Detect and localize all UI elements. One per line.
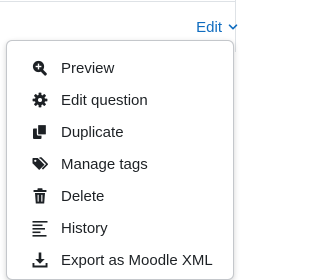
menu-item-label: History [61, 219, 108, 237]
menu-item-label: Edit question [61, 91, 148, 109]
menu-item-label: Delete [61, 187, 105, 205]
trash-icon [31, 187, 49, 205]
gear-icon [31, 91, 49, 109]
menu-item-preview[interactable]: Preview [7, 53, 233, 83]
edit-menu-toggle[interactable]: Edit [196, 16, 238, 38]
menu-item-history[interactable]: History [7, 213, 233, 243]
divider [0, 1, 235, 2]
tags-icon [31, 155, 49, 173]
history-icon [31, 219, 49, 237]
menu-item-edit-question[interactable]: Edit question [7, 85, 233, 115]
chevron-down-icon [228, 22, 238, 32]
menu-item-delete[interactable]: Delete [7, 181, 233, 211]
menu-item-label: Export as Moodle XML [61, 251, 213, 269]
menu-item-manage-tags[interactable]: Manage tags [7, 149, 233, 179]
menu-item-label: Manage tags [61, 155, 148, 173]
copy-icon [31, 123, 49, 141]
menu-item-export-xml[interactable]: Export as Moodle XML [7, 245, 233, 275]
menu-item-label: Duplicate [61, 123, 124, 141]
menu-item-label: Preview [61, 59, 115, 77]
menu-item-duplicate[interactable]: Duplicate [7, 117, 233, 147]
zoom-in-icon [31, 59, 49, 77]
edit-dropdown-menu: Preview Edit question Duplicate Manage t… [6, 40, 234, 280]
download-icon [31, 251, 49, 269]
edit-toggle-label: Edit [196, 18, 222, 36]
